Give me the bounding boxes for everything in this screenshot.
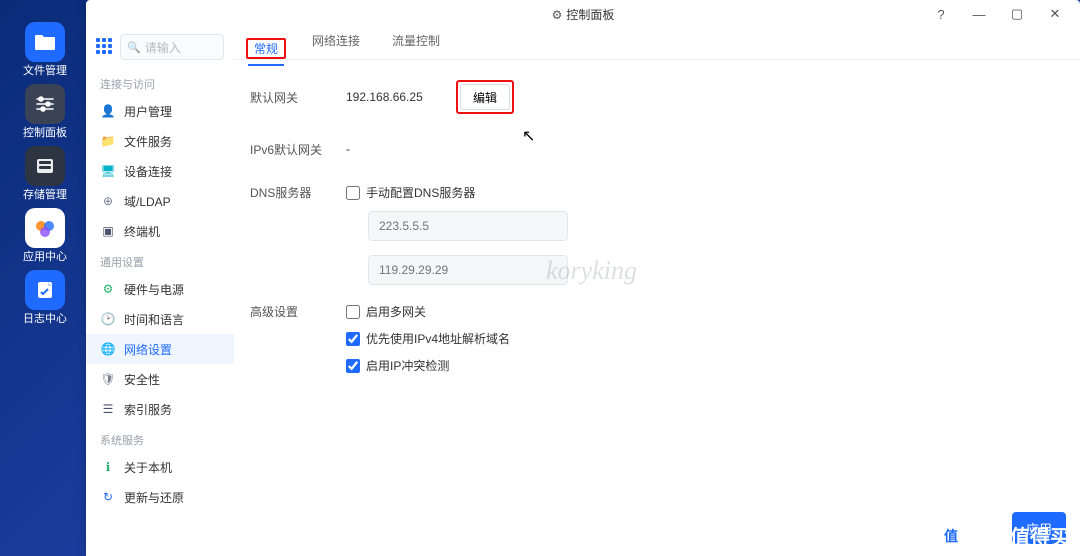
dns1-input[interactable]: [368, 211, 568, 241]
sidebar-item-ldap[interactable]: ⊕ 域/LDAP: [86, 186, 234, 216]
sliders-icon: [25, 84, 65, 124]
apps-grid-icon[interactable]: [96, 38, 114, 56]
brand-badge: 值 什么值得买: [938, 521, 1070, 550]
desktop-dock: 文件管理 控制面板 存储管理 应用中心 日志中心: [6, 0, 84, 556]
terminal-icon: ▣: [100, 223, 116, 239]
checkbox-icon[interactable]: [346, 186, 360, 200]
sidebar-item-label: 索引服务: [124, 401, 172, 418]
checkbox-label: 启用多网关: [366, 303, 426, 320]
main-panel: 常规 网络连接 流量控制 默认网关 192.168.66.25 编辑 IPv6默…: [234, 28, 1080, 556]
advanced-label: 高级设置: [250, 303, 346, 320]
titlebar: 控制面板 ? — ▢ ✕: [86, 0, 1080, 28]
tab-connection[interactable]: 网络连接: [306, 26, 366, 59]
dock-label: 日志中心: [12, 312, 78, 326]
checkbox-label: 手动配置DNS服务器: [366, 184, 475, 201]
sidebar-item-label: 设备连接: [124, 163, 172, 180]
sidebar-item-index[interactable]: ☰ 索引服务: [86, 394, 234, 424]
ip-conflict-checkbox[interactable]: 启用IP冲突检测: [346, 357, 510, 374]
refresh-icon: ↻: [100, 489, 116, 505]
dns-manual-checkbox[interactable]: 手动配置DNS服务器: [346, 184, 568, 201]
index-icon: ☰: [100, 401, 116, 417]
globe-icon: ⊕: [100, 193, 116, 209]
tab-flow[interactable]: 流量控制: [386, 26, 446, 59]
dock-label: 应用中心: [12, 250, 78, 264]
sidebar: 请输入 连接与访问 👤 用户管理 📁 文件服务 🖥 设备连接 ⊕ 域/LDAP ▣ 终端机…: [86, 28, 234, 556]
dock-item-control-panel[interactable]: 控制面板: [12, 84, 78, 140]
dock-label: 存储管理: [12, 188, 78, 202]
checkbox-icon[interactable]: [346, 359, 360, 373]
sidebar-item-about[interactable]: ℹ 关于本机: [86, 452, 234, 482]
brand-text: 什么值得买: [970, 521, 1070, 550]
app-center-icon: [25, 208, 65, 248]
sidebar-item-update[interactable]: ↻ 更新与还原: [86, 482, 234, 512]
dns-label: DNS服务器: [250, 184, 346, 201]
control-panel-window: 控制面板 ? — ▢ ✕ 请输入 连接与访问 👤 用户管理 📁 文件服务 🖥 设备连接…: [86, 0, 1080, 556]
network-icon: 🌐: [100, 341, 116, 357]
dock-item-app-center[interactable]: 应用中心: [12, 208, 78, 264]
tabs: 常规 网络连接 流量控制: [234, 28, 1080, 60]
sidebar-item-device[interactable]: 🖥 设备连接: [86, 156, 234, 186]
sidebar-item-file[interactable]: 📁 文件服务: [86, 126, 234, 156]
edit-gateway-button[interactable]: 编辑: [460, 84, 510, 110]
ipv6-gateway-label: IPv6默认网关: [250, 141, 346, 158]
shield-icon: 🛡: [100, 371, 116, 387]
sidebar-item-terminal[interactable]: ▣ 终端机: [86, 216, 234, 246]
settings-content: 默认网关 192.168.66.25 编辑 IPv6默认网关 - DNS服务器 …: [234, 60, 1080, 418]
sidebar-section-system: 系统服务: [86, 424, 234, 452]
ipv4-priority-checkbox[interactable]: 优先使用IPv4地址解析域名: [346, 330, 510, 347]
sidebar-item-security[interactable]: 🛡 安全性: [86, 364, 234, 394]
dns2-input[interactable]: [368, 255, 568, 285]
sidebar-item-hardware[interactable]: ⚙ 硬件与电源: [86, 274, 234, 304]
sidebar-item-label: 终端机: [124, 223, 160, 240]
maximize-button[interactable]: ▢: [998, 1, 1036, 27]
sidebar-section-general: 通用设置: [86, 246, 234, 274]
search-input[interactable]: 请输入: [120, 34, 224, 60]
dock-item-log-center[interactable]: 日志中心: [12, 270, 78, 326]
gateway-label: 默认网关: [250, 89, 346, 106]
ipv6-gateway-value: -: [346, 142, 456, 156]
folder-icon: 📁: [100, 133, 116, 149]
checkbox-icon[interactable]: [346, 305, 360, 319]
highlight-box-tab: 常规: [246, 38, 286, 59]
gateway-value: 192.168.66.25: [346, 90, 456, 104]
sidebar-item-label: 安全性: [124, 371, 160, 388]
user-icon: 👤: [100, 103, 116, 119]
highlight-box-edit: 编辑: [456, 80, 514, 114]
checkbox-label: 优先使用IPv4地址解析域名: [366, 330, 510, 347]
sidebar-item-label: 用户管理: [124, 103, 172, 120]
log-icon: [25, 270, 65, 310]
dock-item-storage[interactable]: 存储管理: [12, 146, 78, 202]
minimize-button[interactable]: —: [960, 1, 998, 27]
sidebar-item-time[interactable]: 🕑 时间和语言: [86, 304, 234, 334]
help-button[interactable]: ?: [922, 1, 960, 27]
checkbox-icon[interactable]: [346, 332, 360, 346]
sidebar-item-label: 域/LDAP: [124, 193, 171, 210]
sidebar-item-label: 文件服务: [124, 133, 172, 150]
dock-label: 控制面板: [12, 126, 78, 140]
folder-icon: [25, 22, 65, 62]
dock-label: 文件管理: [12, 64, 78, 78]
search-placeholder: 请输入: [145, 39, 181, 56]
sidebar-section-connection: 连接与访问: [86, 68, 234, 96]
storage-icon: [25, 146, 65, 186]
sidebar-item-user[interactable]: 👤 用户管理: [86, 96, 234, 126]
device-icon: 🖥: [100, 163, 116, 179]
dock-item-file-manager[interactable]: 文件管理: [12, 22, 78, 78]
sidebar-item-label: 网络设置: [124, 341, 172, 358]
sidebar-item-label: 更新与还原: [124, 489, 184, 506]
chip-icon: ⚙: [100, 281, 116, 297]
sidebar-item-network[interactable]: 🌐 网络设置: [86, 334, 234, 364]
clock-icon: 🕑: [100, 311, 116, 327]
close-button[interactable]: ✕: [1036, 1, 1074, 27]
sidebar-item-label: 关于本机: [124, 459, 172, 476]
checkbox-label: 启用IP冲突检测: [366, 357, 449, 374]
brand-icon: 值: [938, 523, 964, 549]
info-icon: ℹ: [100, 459, 116, 475]
sidebar-item-label: 时间和语言: [124, 311, 184, 328]
sidebar-item-label: 硬件与电源: [124, 281, 184, 298]
multi-gateway-checkbox[interactable]: 启用多网关: [346, 303, 510, 320]
